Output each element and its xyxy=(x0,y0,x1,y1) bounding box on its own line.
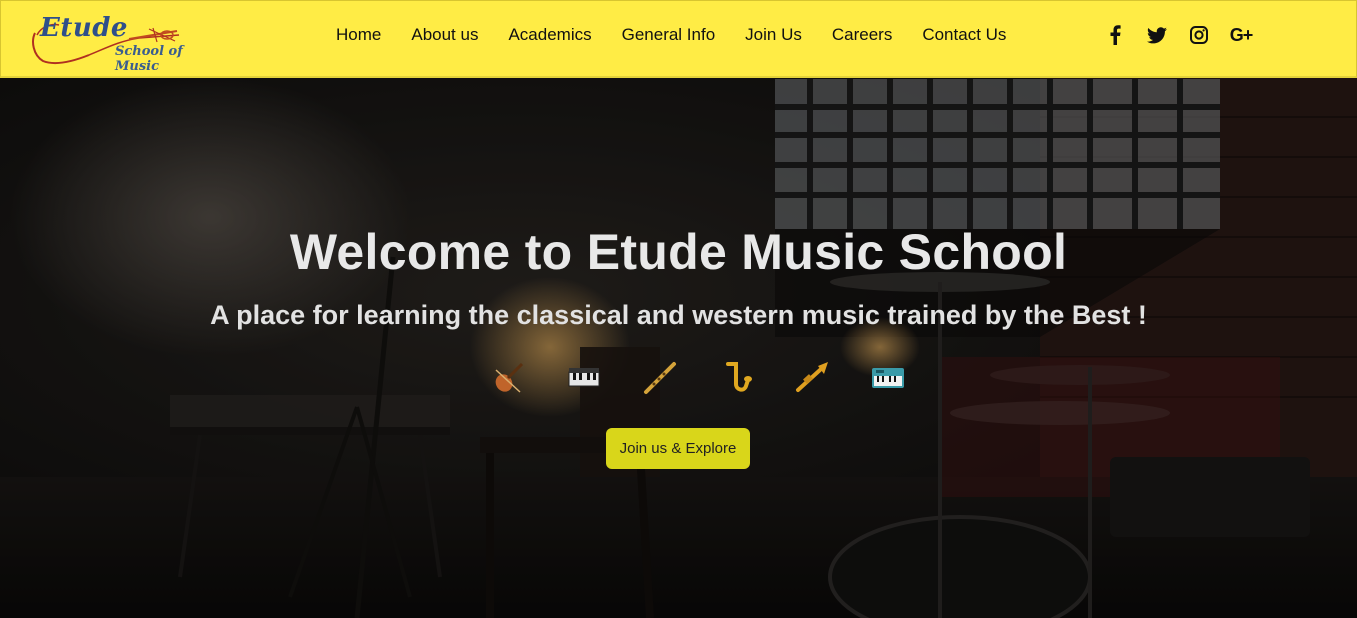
trumpet-icon xyxy=(796,362,828,392)
saxophone-icon xyxy=(726,362,752,392)
hero-section: Welcome to Etude Music School A place fo… xyxy=(0,77,1357,618)
piano-icon xyxy=(568,368,600,387)
logo-wordmark: Etude xyxy=(40,13,128,43)
nav-about-us[interactable]: About us xyxy=(396,25,493,45)
main-nav: Home About us Academics General Info Joi… xyxy=(321,25,1021,45)
nav-academics[interactable]: Academics xyxy=(493,25,606,45)
hero-title: Welcome to Etude Music School xyxy=(289,224,1068,280)
logo-subtitle: School of Music xyxy=(115,44,183,74)
nav-home[interactable]: Home xyxy=(321,25,396,45)
page: Etude School of Music Home About us Acad… xyxy=(0,0,1357,618)
instrument-icons xyxy=(490,360,920,400)
flute-icon xyxy=(644,362,676,394)
join-explore-button[interactable]: Join us & Explore xyxy=(606,428,750,469)
navbar: Etude School of Music Home About us Acad… xyxy=(0,0,1357,78)
keyboard-icon xyxy=(872,368,904,388)
nav-careers[interactable]: Careers xyxy=(817,25,907,45)
nav-join-us[interactable]: Join Us xyxy=(730,25,817,45)
google-plus-icon[interactable]: G+ xyxy=(1229,23,1254,47)
nav-contact-us[interactable]: Contact Us xyxy=(907,25,1021,45)
instagram-icon[interactable] xyxy=(1187,23,1211,47)
hero-dark-overlay xyxy=(0,77,1357,618)
logo[interactable]: Etude School of Music xyxy=(29,11,229,74)
twitter-icon[interactable] xyxy=(1145,23,1169,47)
violin-icon xyxy=(495,362,524,393)
facebook-icon[interactable] xyxy=(1103,23,1127,47)
social-links: G+ xyxy=(1103,23,1253,47)
nav-general-info[interactable]: General Info xyxy=(607,25,731,45)
hero-subtitle: A place for learning the classical and w… xyxy=(210,300,1147,330)
